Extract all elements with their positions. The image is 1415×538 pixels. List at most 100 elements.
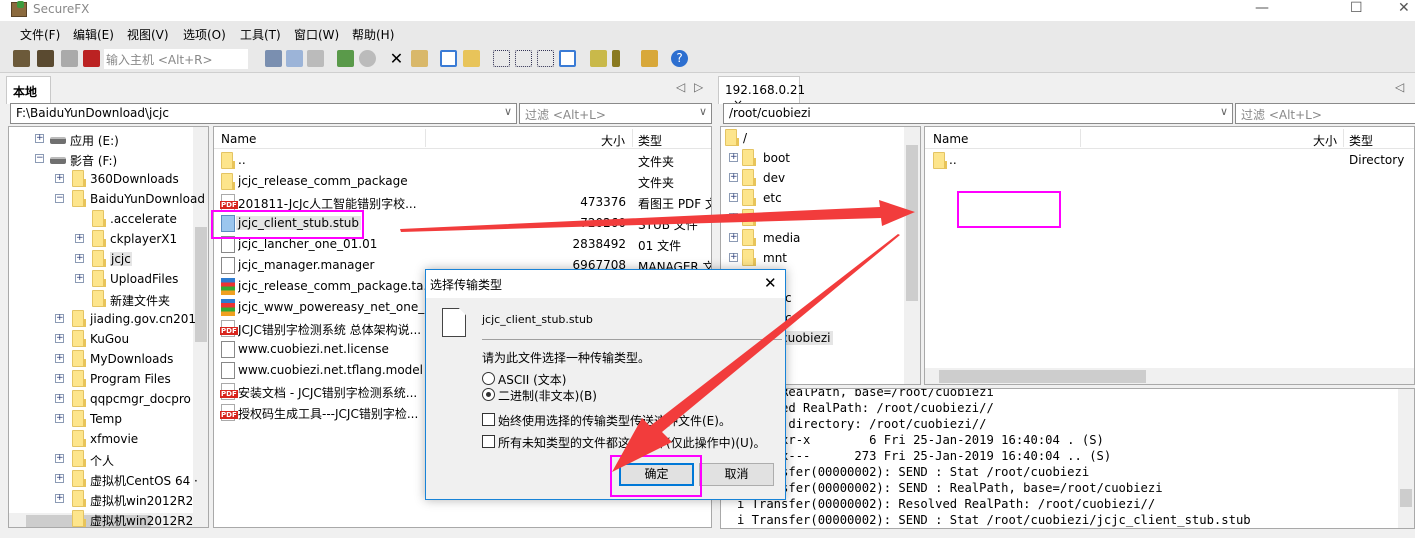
expand-icon[interactable]: + [55,354,64,363]
column-type[interactable]: 类型 [1349,132,1373,149]
synchronize-icon[interactable] [590,50,607,67]
tree-node[interactable]: + media [721,228,904,248]
column-size[interactable]: 大小 [1313,132,1337,149]
menu-view[interactable]: 视图(V) [127,26,169,43]
menu-tools[interactable]: 工具(T) [240,26,281,43]
expand-icon[interactable]: + [55,334,64,343]
table-row[interactable]: .. Directory [925,150,1414,171]
radio-ascii-label[interactable]: ASCII (文本) [498,371,566,388]
tree-node[interactable]: + boot [721,148,904,168]
tree-node[interactable]: + 虚拟机CentOS 64 · [9,469,198,489]
expand-icon[interactable]: + [729,253,738,262]
expand-icon[interactable]: + [75,274,84,283]
tree-node[interactable]: 新建文件夹 [9,289,193,309]
expand-icon[interactable]: + [55,494,64,503]
maximize-button[interactable]: ☐ [1350,0,1363,16]
expand-icon[interactable]: + [55,374,64,383]
large-icons-icon[interactable] [493,50,510,67]
table-row[interactable]: 201811-JcJc人工智能错别字校... 473376 看图王 PDF 文 [214,192,711,213]
tree-node[interactable]: .accelerate [9,209,193,229]
tree-node[interactable]: + 应用 (E:) [9,129,193,149]
tab-local[interactable]: 本地 × [6,76,51,114]
checkbox-always-use[interactable] [482,413,495,426]
column-name[interactable]: Name [221,132,256,146]
tree-node[interactable]: + jiading.gov.cn201 [9,309,196,329]
scrollbar-thumb[interactable] [1400,489,1412,507]
menu-edit[interactable]: 编辑(E) [73,26,114,43]
connect-icon[interactable] [13,50,30,67]
column-size[interactable]: 大小 [601,132,625,149]
reconnect-icon[interactable] [61,50,78,67]
tree-node[interactable]: − BaiduYunDownload [9,189,205,209]
expand-icon[interactable]: + [729,233,738,242]
tree-node[interactable]: / [721,128,904,148]
tree-node[interactable]: + [721,208,904,228]
tree-node[interactable]: + mnt [721,248,904,268]
radio-binary[interactable] [482,388,495,401]
table-row[interactable]: jcjc_client_stub.stub 720260 STUB 文件 [214,213,711,234]
menu-window[interactable]: 窗口(W) [294,26,339,43]
tree-node[interactable]: xfmovie [9,429,193,449]
expand-icon[interactable]: + [55,394,64,403]
expand-icon[interactable]: + [75,254,84,263]
tree-view-icon[interactable] [440,50,457,67]
minimize-button[interactable]: — [1255,0,1269,16]
tab-scroll-right-icon[interactable]: ▷ [694,80,703,94]
menu-help[interactable]: 帮助(H) [352,26,394,43]
expand-icon[interactable]: + [55,474,64,483]
checkbox-all-unknown[interactable] [482,435,495,448]
tree-node[interactable]: + MyDownloads [9,349,193,369]
radio-ascii[interactable] [482,372,495,385]
column-type[interactable]: 类型 [638,132,662,149]
tab-scroll-left-icon[interactable]: ◁ [676,80,685,94]
expand-icon[interactable]: + [729,173,738,182]
checkbox-always-use-label[interactable]: 始终使用选择的传输类型传送这种文件(E)。 [498,412,731,429]
remote-path-combo[interactable]: /root/cuobiezi ∨ [723,103,1233,124]
tree-node[interactable]: + dev [721,168,904,188]
close-button[interactable]: ✕ [1398,0,1410,16]
collapse-icon[interactable]: − [35,154,44,163]
small-icons-icon[interactable] [515,50,532,67]
checkbox-all-unknown-label[interactable]: 所有未知类型的文件都这样操作(仅此操作中)(U)。 [498,434,766,451]
tree-node[interactable]: + jcjc [9,249,193,269]
tree-vertical-scrollbar[interactable] [904,127,920,384]
menu-options[interactable]: 选项(O) [183,26,226,43]
cancel-button[interactable]: 取消 [699,463,774,486]
expand-icon[interactable]: + [55,174,64,183]
up-folder-icon[interactable] [463,50,480,67]
tab-scroll-left-icon[interactable]: ◁ [1395,80,1404,94]
tree-node[interactable]: + qqpcmgr_docpro [9,389,193,409]
disconnect-icon[interactable] [83,50,100,67]
tree-node[interactable]: + etc [721,188,904,208]
cut-icon[interactable] [265,50,282,67]
tree-node[interactable]: − 影音 (F:) [9,149,193,169]
tree-node[interactable]: + KuGou [9,329,193,349]
stop-icon[interactable] [359,50,376,67]
expand-icon[interactable]: + [55,314,64,323]
tree-node[interactable]: + Program Files [9,369,193,389]
ok-button[interactable]: 确定 [619,463,694,486]
expand-icon[interactable]: + [35,134,44,143]
expand-icon[interactable]: + [729,153,738,162]
expand-icon[interactable]: + [729,193,738,202]
scrollbar-thumb[interactable] [195,227,207,342]
tab-remote-session[interactable]: 192.168.0.21 × [718,76,805,111]
host-input[interactable]: 输入主机 <Alt+R> [104,49,248,69]
paste-icon[interactable] [307,50,324,67]
refresh-icon[interactable] [337,50,354,67]
collapse-icon[interactable]: − [55,194,64,203]
log-vertical-scrollbar[interactable] [1398,389,1414,528]
dialog-close-button[interactable]: ✕ [764,274,777,292]
details-view-icon[interactable] [559,50,576,67]
tree-node[interactable]: + UploadFiles [9,269,193,289]
expand-icon[interactable]: + [729,213,738,222]
tree-node[interactable]: + 个人 [9,449,193,469]
table-row[interactable]: jcjc_release_comm_package 文件夹 [214,171,711,192]
local-path-combo[interactable]: F:\BaiduYunDownload\jcjc ∨ [10,103,517,124]
list-view-icon[interactable] [537,50,554,67]
tree-node[interactable]: + ckplayerX1 [9,229,193,249]
properties-icon[interactable] [411,50,428,67]
tree-node[interactable]: 虚拟机win2012R2 [9,509,193,527]
quick-connect-icon[interactable] [37,50,54,67]
delete-icon[interactable]: ✕ [388,50,405,67]
